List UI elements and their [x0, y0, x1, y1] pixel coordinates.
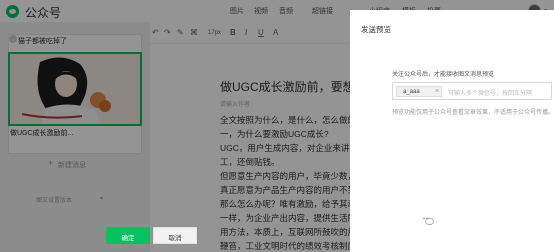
confirm-button[interactable]: 确定 — [106, 227, 150, 244]
cancel-button[interactable]: 取消 — [153, 227, 197, 244]
confirm-button-label: 确定 — [121, 235, 135, 242]
close-icon[interactable]: × — [435, 88, 439, 95]
account-tag-label: a_aaa — [403, 89, 420, 95]
watermark-text: 猫子都被吃掉了 — [437, 216, 529, 230]
account-input-placeholder: 可输入多个微信号，按回车分隔 — [448, 91, 533, 97]
wechat-watermark-icon — [420, 215, 434, 226]
wechat-account-input[interactable]: a_aaa × 可输入多个微信号，按回车分隔 — [392, 82, 552, 100]
dialog-tip: 关注公众号后，才能接收图文消息预览 — [392, 72, 495, 78]
dialog-title: 发送预览 — [361, 25, 391, 34]
cancel-button-label: 取消 — [168, 235, 182, 242]
dialog-note: 预览功能仅用于公众号查看文章效果，不适用于公众号传播。 — [392, 110, 554, 116]
account-tag: a_aaa × — [396, 86, 442, 97]
